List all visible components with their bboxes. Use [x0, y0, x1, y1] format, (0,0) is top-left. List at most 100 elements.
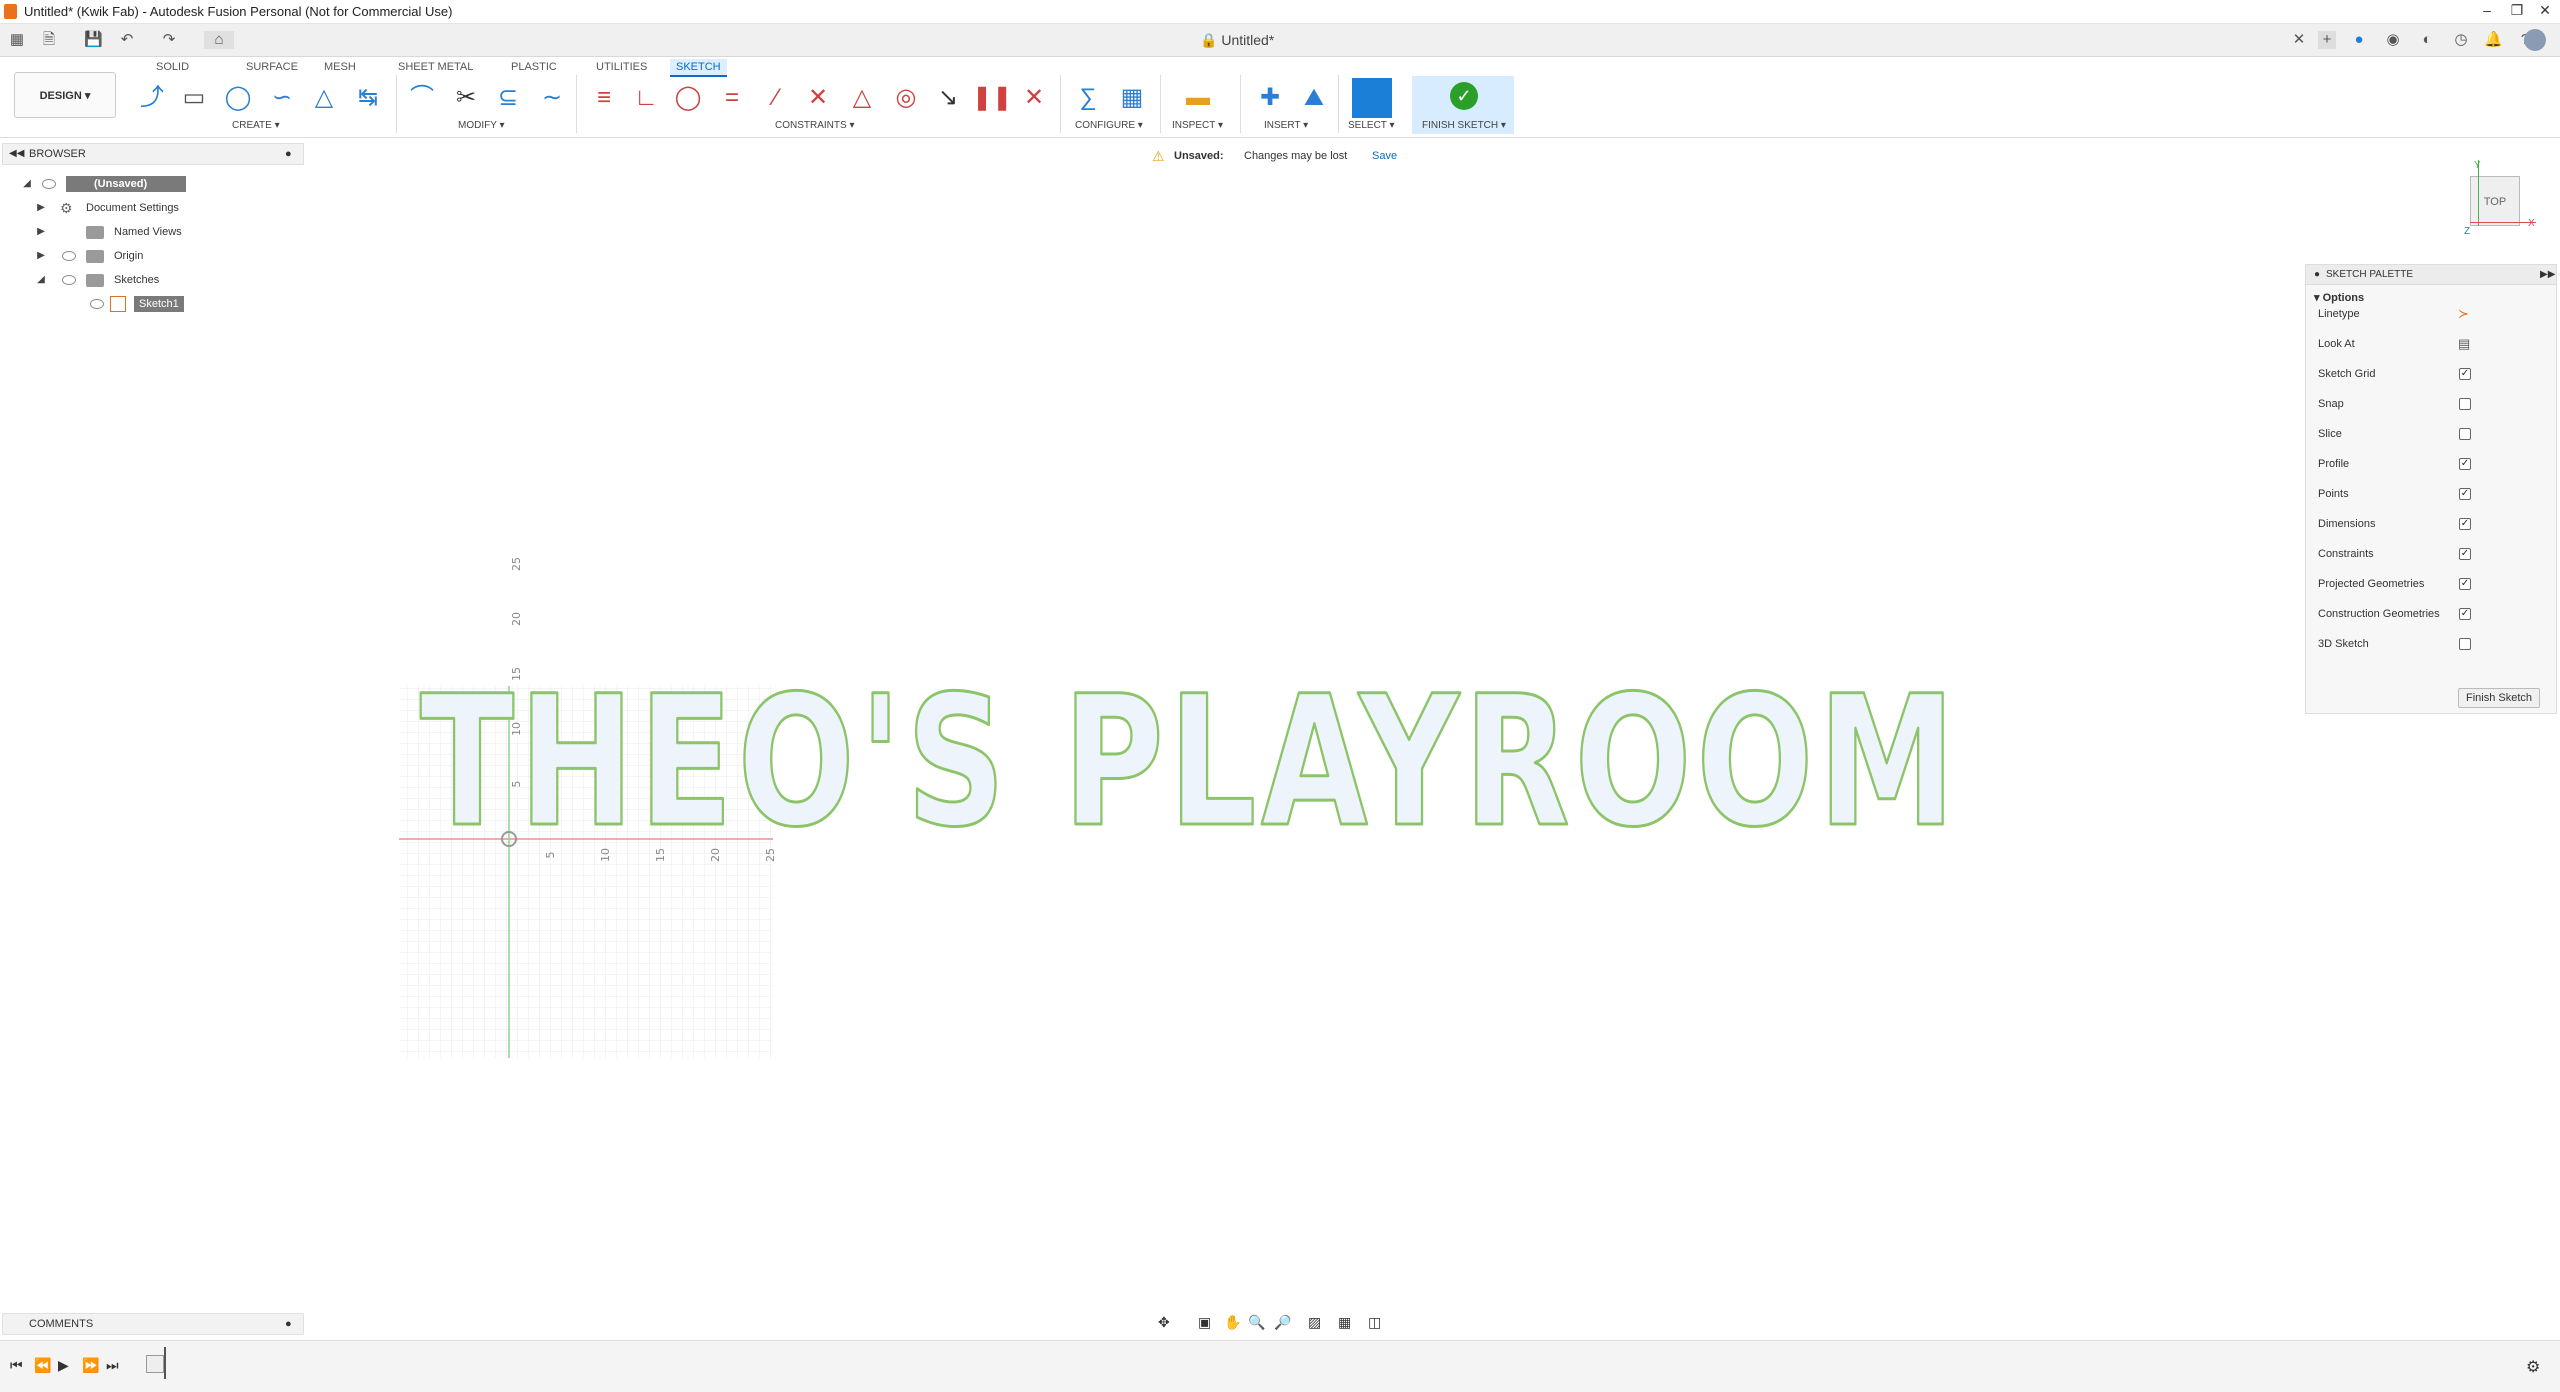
checkbox-sketch-grid[interactable]: ✓ — [2459, 368, 2471, 380]
home-icon[interactable]: ⌂ — [204, 31, 234, 49]
measure-icon[interactable]: ▬ — [1180, 80, 1216, 116]
project-tool-icon[interactable]: ∼ — [534, 80, 570, 116]
look-at-icon[interactable]: ▣ — [1198, 1314, 1211, 1331]
close-tab-icon[interactable]: ✕ — [2290, 31, 2308, 49]
checkbox-dimensions[interactable]: ✓ — [2459, 518, 2471, 530]
modify-menu[interactable]: MODIFY ▾ — [458, 120, 505, 131]
inspect-menu[interactable]: INSPECT ▾ — [1172, 120, 1223, 131]
tab-mesh[interactable]: MESH — [318, 59, 362, 75]
parallel-icon[interactable]: ∕ — [758, 80, 794, 116]
checkbox-profile[interactable]: ✓ — [2459, 458, 2471, 470]
constraints-menu[interactable]: CONSTRAINTS ▾ — [775, 120, 854, 131]
fillet-tool-icon[interactable]: ⌒ — [404, 80, 440, 116]
perpendicular-icon[interactable]: ✕ — [800, 80, 836, 116]
look-at-icon[interactable]: ▤ — [2458, 336, 2470, 352]
options-section[interactable]: ▾ Options — [2314, 291, 2364, 304]
timeline-marker[interactable] — [164, 1347, 166, 1379]
sketch-canvas[interactable]: 5 10 15 20 25 510152025 THEO'S PLAYROOM — [0, 138, 2300, 1308]
checkbox-constraints[interactable]: ✓ — [2459, 548, 2471, 560]
step-forward-icon[interactable]: ⏩ — [82, 1357, 99, 1374]
file-menu-icon[interactable]: 🗎 — [40, 31, 58, 49]
circle-tool-icon[interactable]: ◯ — [220, 80, 256, 116]
go-to-end-icon[interactable]: ⏭ — [106, 1357, 119, 1374]
midpoint-icon[interactable]: ↘ — [930, 80, 966, 116]
tab-sheet-metal[interactable]: SHEET METAL — [392, 59, 479, 75]
document-tab[interactable]: 🔒 Untitled* — [1200, 24, 1274, 57]
fix-icon[interactable]: ✕ — [1016, 80, 1052, 116]
play-icon[interactable]: ▶ — [58, 1357, 69, 1374]
finish-sketch-menu[interactable]: FINISH SKETCH ▾ — [1422, 120, 1506, 131]
checkbox-slice[interactable] — [2459, 428, 2471, 440]
equal-icon[interactable]: = — [714, 80, 750, 116]
data-panel-icon[interactable]: ◉ — [2384, 31, 2402, 49]
comments-panel-header[interactable]: COMMENTS ● — [2, 1313, 304, 1335]
select-menu[interactable]: SELECT ▾ — [1348, 120, 1395, 131]
select-tool-icon[interactable] — [1352, 78, 1392, 118]
palette-option-projected-geometries: Projected Geometries — [2318, 578, 2425, 590]
extensions-icon[interactable]: ● — [2350, 31, 2368, 49]
close-window-icon[interactable]: ✕ — [2530, 2, 2560, 19]
mirror-tool-icon[interactable]: △ — [306, 80, 342, 116]
go-to-start-icon[interactable]: ⏮ — [10, 1357, 23, 1374]
palette-title: SKETCH PALETTE — [2326, 269, 2414, 280]
viewports-icon[interactable]: ◫ — [1368, 1314, 1381, 1331]
minimize-icon[interactable]: – — [2472, 2, 2502, 18]
linetype-icon[interactable]: ≻ — [2458, 306, 2469, 322]
app-grid-icon[interactable]: ▦ — [8, 31, 26, 49]
create-menu[interactable]: CREATE ▾ — [232, 120, 280, 131]
zoom-window-icon[interactable]: 🔎 — [1274, 1314, 1291, 1331]
rectangle-tool-icon[interactable]: ▭ — [176, 80, 212, 116]
dimension-tool-icon[interactable]: ↹ — [350, 80, 386, 116]
comments-pin-icon[interactable]: ● — [285, 1314, 292, 1334]
line-tool-icon[interactable]: ⤴ — [134, 80, 170, 116]
redo-icon[interactable]: ↷ — [160, 31, 178, 49]
timeline-settings-icon[interactable]: ⚙ — [2526, 1357, 2540, 1377]
coincident-icon[interactable]: ≡ — [586, 80, 622, 116]
restore-icon[interactable]: ❐ — [2502, 2, 2532, 19]
insert-menu[interactable]: INSERT ▾ — [1264, 120, 1308, 131]
tab-utilities[interactable]: UTILITIES — [590, 59, 653, 75]
sketch-timeline-feature-icon[interactable] — [146, 1355, 164, 1373]
symmetry-icon[interactable]: ❚❚ — [972, 80, 1012, 116]
concentric-icon[interactable]: ◎ — [888, 80, 924, 116]
display-settings-icon[interactable]: ▨ — [1308, 1314, 1321, 1331]
horizontal-icon[interactable]: △ — [844, 80, 880, 116]
clock-icon[interactable]: ◷ — [2452, 31, 2470, 49]
undo-icon[interactable]: ↶ — [118, 31, 136, 49]
configure-menu[interactable]: CONFIGURE ▾ — [1075, 120, 1143, 131]
sketch-text-profile[interactable]: THEO'S PLAYROOM — [419, 657, 1960, 869]
collinear-icon[interactable]: ∟ — [628, 80, 664, 116]
checkbox-3d-sketch[interactable] — [2459, 638, 2471, 650]
checkbox-projected-geometries[interactable]: ✓ — [2459, 578, 2471, 590]
parameters-icon[interactable]: ∑ — [1070, 80, 1106, 116]
save-icon[interactable]: 💾 — [84, 31, 103, 49]
avatar[interactable] — [2524, 29, 2546, 51]
grid-settings-icon[interactable]: ▦ — [1338, 1314, 1351, 1331]
orbit-icon[interactable]: ✥ — [1158, 1314, 1170, 1331]
palette-collapse-icon[interactable]: ● — [2314, 269, 2320, 280]
pan-icon[interactable]: ✋ — [1224, 1314, 1241, 1331]
tab-surface[interactable]: SURFACE — [240, 59, 304, 75]
change-parameters-icon[interactable]: ▦ — [1114, 80, 1150, 116]
workspace-switcher[interactable]: DESIGN ▾ — [14, 72, 116, 118]
checkbox-construction-geometries[interactable]: ✓ — [2459, 608, 2471, 620]
job-status-icon[interactable]: ◐ — [2418, 31, 2436, 49]
checkbox-snap[interactable] — [2459, 398, 2471, 410]
trim-tool-icon[interactable]: ✂ — [448, 80, 484, 116]
offset-tool-icon[interactable]: ⊆ — [490, 80, 526, 116]
insert-image-icon[interactable]: ⛰ — [1296, 80, 1332, 116]
tab-solid[interactable]: SOLID — [150, 59, 195, 75]
zoom-icon[interactable]: 🔍 — [1248, 1314, 1265, 1331]
tab-sketch[interactable]: SKETCH — [670, 59, 727, 77]
tangent-icon[interactable]: ◯ — [670, 80, 706, 116]
step-back-icon[interactable]: ⏪ — [34, 1357, 51, 1374]
finish-sketch-palette-button[interactable]: Finish Sketch — [2458, 688, 2540, 708]
checkbox-points[interactable]: ✓ — [2459, 488, 2471, 500]
insert-icon[interactable]: ✚ — [1252, 80, 1288, 116]
spline-tool-icon[interactable]: ∽ — [264, 80, 300, 116]
notifications-icon[interactable]: 🔔 — [2484, 31, 2503, 49]
tab-plastic[interactable]: PLASTIC — [505, 59, 563, 75]
palette-header[interactable]: ● SKETCH PALETTE ▶▶ — [2306, 265, 2556, 285]
new-tab-icon[interactable]: + — [2318, 31, 2336, 49]
palette-expand-icon[interactable]: ▶▶ — [2540, 269, 2555, 280]
